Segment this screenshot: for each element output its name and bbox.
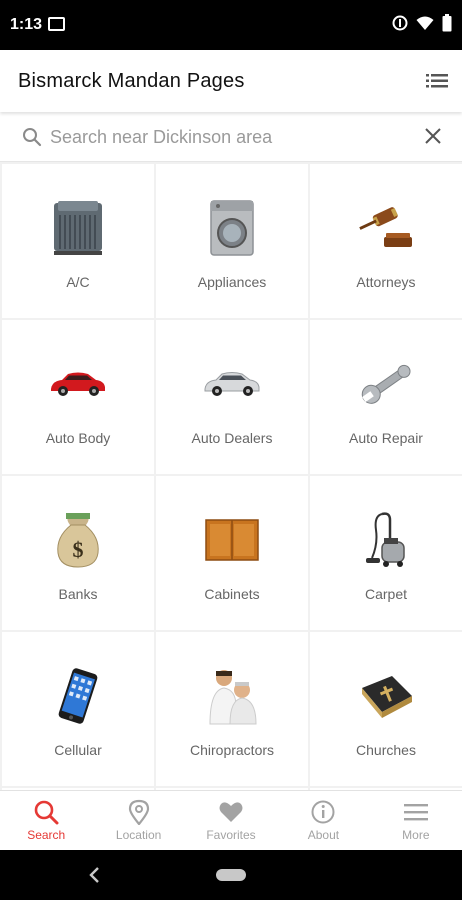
nav-label: Search — [27, 828, 66, 842]
svg-text:$: $ — [73, 537, 84, 562]
category-tile-auto-dealers[interactable]: Auto Dealers — [156, 320, 308, 474]
status-icons — [392, 14, 452, 32]
bottom-navigation: Search Location Favorites About More — [0, 790, 462, 850]
chiropractor-icon — [200, 664, 264, 728]
category-tile-ac[interactable]: A/C — [2, 164, 154, 318]
smartphone-icon — [46, 664, 110, 728]
close-icon[interactable] — [424, 127, 442, 145]
system-navigation-bar — [0, 850, 462, 900]
page-title: Bismarck Mandan Pages — [18, 70, 245, 92]
category-label: Attorneys — [356, 274, 416, 290]
gavel-icon — [354, 196, 418, 260]
battery-icon — [442, 14, 452, 32]
nav-favorites[interactable]: Favorites — [185, 791, 277, 850]
bible-icon — [354, 664, 418, 728]
category-tile-appliances[interactable]: Appliances — [156, 164, 308, 318]
nav-label: About — [307, 828, 340, 842]
info-icon — [311, 800, 335, 824]
category-tile-banks[interactable]: $ Banks — [2, 476, 154, 630]
washing-machine-icon — [200, 196, 264, 260]
notification-icon — [48, 17, 65, 31]
list-icon — [426, 74, 448, 88]
menu-icon — [403, 804, 428, 821]
category-grid-container: A/C Appliances Attorneys Auto Body Auto … — [0, 162, 462, 790]
list-menu-button[interactable] — [426, 72, 448, 90]
category-tile-attorneys[interactable]: Attorneys — [310, 164, 462, 318]
status-time: 1:13 — [10, 16, 43, 33]
status-bar: 1:13 — [0, 0, 462, 50]
location-pin-icon — [128, 799, 149, 825]
nav-label: Location — [115, 828, 162, 842]
category-label: Auto Repair — [349, 430, 423, 446]
air-conditioner-icon — [46, 196, 110, 260]
search-icon — [34, 800, 59, 825]
category-label: Carpet — [364, 586, 408, 602]
app-header: Bismarck Mandan Pages — [0, 50, 462, 112]
data-saver-icon — [392, 15, 408, 31]
nav-more[interactable]: More — [370, 791, 462, 850]
search-icon — [23, 128, 42, 147]
category-label: Auto Body — [45, 430, 111, 446]
nav-label: More — [402, 828, 430, 842]
nav-about[interactable]: About — [277, 791, 369, 850]
category-label: Churches — [356, 742, 416, 758]
nav-search[interactable]: Search — [0, 791, 92, 850]
vacuum-icon — [354, 508, 418, 572]
cabinet-icon — [200, 508, 264, 572]
category-label: Auto Dealers — [191, 430, 273, 446]
back-icon[interactable] — [88, 866, 102, 884]
wrench-icon — [354, 352, 418, 416]
category-label: A/C — [66, 274, 90, 290]
category-label: Cellular — [54, 742, 102, 758]
heart-icon — [219, 802, 243, 822]
category-grid: A/C Appliances Attorneys Auto Body Auto … — [0, 162, 462, 790]
app-screen: Bismarck Mandan Pages Search near Dickin… — [0, 50, 462, 850]
category-tile-auto-repair[interactable]: Auto Repair — [310, 320, 462, 474]
category-tile-churches[interactable]: Churches — [310, 632, 462, 786]
category-tile-chiropractors[interactable]: Chiropractors — [156, 632, 308, 786]
nav-label: Favorites — [206, 828, 256, 842]
category-tile-carpet[interactable]: Carpet — [310, 476, 462, 630]
category-label: Chiropractors — [189, 742, 275, 758]
category-label: Appliances — [197, 274, 267, 290]
red-car-icon — [46, 352, 110, 416]
nav-location[interactable]: Location — [92, 791, 184, 850]
category-label: Banks — [58, 586, 98, 602]
search-bar — [0, 112, 462, 162]
search-input[interactable] — [50, 122, 410, 152]
money-bag-icon: $ — [46, 508, 110, 572]
wifi-icon — [416, 16, 434, 30]
category-tile-auto-body[interactable]: Auto Body — [2, 320, 154, 474]
category-tile-cabinets[interactable]: Cabinets — [156, 476, 308, 630]
home-button[interactable] — [216, 869, 246, 881]
category-label: Cabinets — [204, 586, 260, 602]
category-tile-cellular[interactable]: Cellular — [2, 632, 154, 786]
silver-car-icon — [200, 352, 264, 416]
